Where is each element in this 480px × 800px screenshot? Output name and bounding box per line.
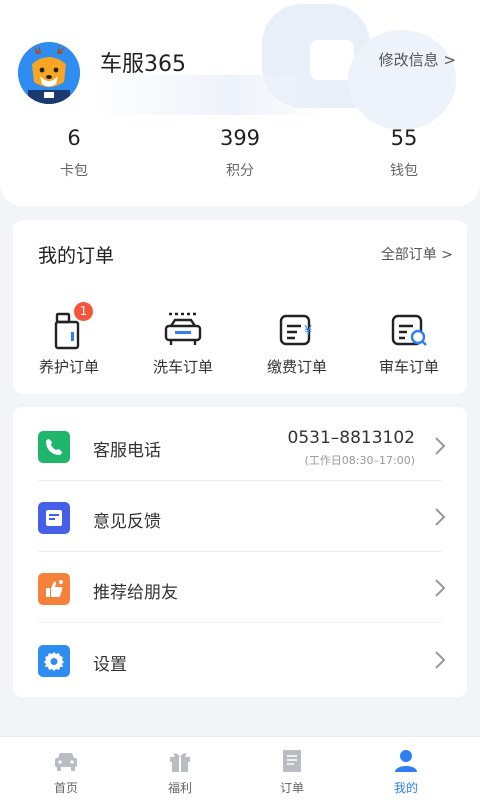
stat-points[interactable]: 399 积分	[180, 124, 300, 180]
stat-wallet[interactable]: 55 钱包	[344, 124, 464, 180]
order-payment[interactable]: ¥ 缴费订单	[247, 308, 347, 377]
order-label: 养护订单	[38, 358, 99, 376]
chevron-right-icon	[433, 435, 447, 457]
chevron-right-icon	[433, 506, 447, 528]
inspection-icon	[387, 308, 431, 352]
order-label: 缴费订单	[266, 358, 327, 376]
phone-number: 0531–8813102	[287, 428, 415, 448]
feedback-icon	[38, 502, 70, 534]
stat-value: 6	[67, 126, 81, 150]
order-maintenance[interactable]: 1 养护订单	[19, 302, 119, 377]
all-orders-link[interactable]: 全部订单 >	[381, 244, 453, 264]
tab-orders[interactable]: 订单	[232, 747, 352, 796]
menu-card: 客服电话 0531–8813102 (工作日08:30–17:00) 意见反馈	[13, 407, 467, 697]
avatar[interactable]	[18, 42, 80, 104]
phone-icon	[38, 431, 70, 463]
stat-card-pack[interactable]: 6 卡包	[14, 124, 134, 180]
header-decoration	[348, 30, 456, 130]
menu-item-settings[interactable]: 设置	[13, 623, 467, 695]
menu-label: 推荐给朋友	[93, 583, 178, 603]
order-label: 洗车订单	[152, 358, 213, 376]
list-icon	[278, 747, 306, 775]
edit-profile-link[interactable]: 修改信息 >	[379, 49, 456, 70]
phone-hours: (工作日08:30–17:00)	[304, 454, 415, 467]
tab-label: 订单	[279, 781, 304, 795]
menu-item-customer-service[interactable]: 客服电话 0531–8813102 (工作日08:30–17:00)	[13, 409, 467, 481]
profile-header: 车服365 修改信息 > 6 卡包 399 积分 55 钱包	[0, 0, 480, 206]
stat-value: 55	[390, 126, 418, 150]
menu-label: 设置	[93, 655, 127, 675]
settings-icon	[38, 645, 70, 677]
thumbs-up-icon	[38, 573, 70, 605]
username: 车服365	[100, 52, 186, 77]
tab-label: 我的	[393, 781, 418, 795]
tab-welfare[interactable]: 福利	[120, 747, 240, 796]
menu-item-recommend[interactable]: 推荐给朋友	[13, 551, 467, 623]
chevron-right-icon	[433, 649, 447, 671]
car-wash-icon	[161, 308, 205, 352]
order-label: 审车订单	[378, 358, 439, 376]
menu-item-feedback[interactable]: 意见反馈	[13, 480, 467, 552]
orders-card: 我的订单 全部订单 > 1 养护订单 洗车订单 ¥ 缴费订单 审车订单	[13, 220, 467, 394]
tab-label: 福利	[167, 781, 192, 795]
bottom-tab-bar: 首页 福利 订单 我的	[0, 736, 480, 800]
payment-icon: ¥	[275, 308, 319, 352]
orders-title: 我的订单	[38, 245, 115, 267]
gift-icon	[166, 747, 194, 775]
stat-label: 钱包	[390, 163, 418, 179]
order-inspection[interactable]: 审车订单	[359, 308, 459, 377]
user-icon	[392, 747, 420, 775]
svg-text:¥: ¥	[304, 324, 312, 339]
menu-label: 意见反馈	[93, 512, 161, 532]
stat-value: 399	[219, 126, 261, 150]
order-car-wash[interactable]: 洗车订单	[133, 308, 233, 377]
tab-label: 首页	[53, 781, 78, 795]
header-decoration	[90, 75, 330, 115]
stat-label: 积分	[226, 163, 254, 179]
stat-label: 卡包	[60, 163, 88, 179]
maintenance-icon: 1	[47, 302, 93, 352]
tab-home[interactable]: 首页	[6, 747, 126, 796]
car-icon	[52, 747, 80, 775]
order-badge: 1	[74, 302, 93, 321]
chevron-right-icon	[433, 577, 447, 599]
menu-label: 客服电话	[93, 441, 161, 461]
tab-mine[interactable]: 我的	[346, 747, 466, 796]
